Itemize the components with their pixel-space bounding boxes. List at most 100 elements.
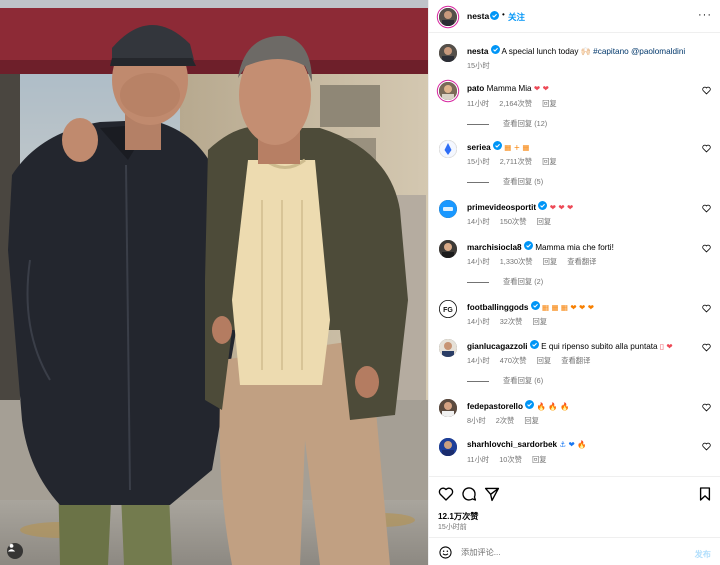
comment-emoji: ▦ ▦ ▦ ❤ ❤ ❤ <box>541 303 594 312</box>
comment-time: 11小时 <box>467 99 490 108</box>
comment-time: 14小时 <box>467 317 490 326</box>
reply-button[interactable]: 回复 <box>533 317 548 326</box>
post-header: nesta • 关注 ··· <box>429 0 720 33</box>
heart-icon[interactable] <box>702 244 711 253</box>
comment-meta: 14小时 470次赞 回复 查看翻译 <box>467 356 598 366</box>
view-replies-button[interactable]: 查看回复 (5) <box>467 177 543 187</box>
verified-icon <box>529 340 539 349</box>
comment-message: Mamma Mia <box>486 84 532 93</box>
comment-likes[interactable]: 2,164次赞 <box>499 99 532 108</box>
comment-time: 14小时 <box>467 217 490 226</box>
comment-text: pato Mamma Mia ❤ ❤ <box>467 83 692 95</box>
comment-composer: 发布 <box>429 537 720 565</box>
comment-username[interactable]: seriea <box>467 143 491 152</box>
heart-icon[interactable] <box>702 144 711 153</box>
comment-likes[interactable]: 10次赞 <box>499 455 522 464</box>
heart-icon[interactable] <box>702 304 711 313</box>
heart-icon[interactable] <box>702 86 711 95</box>
reply-button[interactable]: 回复 <box>532 455 547 464</box>
post-comment-button[interactable]: 发布 <box>695 548 711 560</box>
avatar[interactable] <box>439 438 457 456</box>
emoji-icon[interactable] <box>439 546 452 559</box>
avatar[interactable] <box>439 44 457 62</box>
comment-meta: 15小时 2,711次赞 回复 <box>467 157 565 167</box>
avatar[interactable] <box>439 240 457 258</box>
verified-icon <box>492 141 502 150</box>
comment-meta: 14小时 32次赞 回复 <box>467 317 555 327</box>
avatar[interactable] <box>439 339 457 357</box>
caption-text: nesta A special lunch today 🙌🏻 #capitano… <box>467 45 711 58</box>
comment-username[interactable]: pato <box>467 84 484 93</box>
reply-button[interactable]: 回复 <box>543 257 558 266</box>
comment-emoji: ▦ + ▦ <box>504 143 530 152</box>
comment-text: gianlucagazzoli E qui ripenso subito all… <box>467 340 692 353</box>
view-replies-button[interactable]: 查看回复 (2) <box>467 277 543 287</box>
caption-username[interactable]: nesta <box>467 47 488 56</box>
avatar[interactable] <box>439 140 457 158</box>
follow-button[interactable]: 关注 <box>508 11 525 23</box>
comment-likes[interactable]: 1,330次赞 <box>500 257 533 266</box>
avatar[interactable]: FG <box>439 300 457 318</box>
comment-likes[interactable]: 32次赞 <box>500 317 523 326</box>
header-username[interactable]: nesta <box>467 11 489 21</box>
comment-username[interactable]: primevideosportit <box>467 203 536 212</box>
reply-button[interactable]: 回复 <box>542 157 557 166</box>
reply-button[interactable]: 回复 <box>537 217 552 226</box>
comment-emoji: ❤ ❤ <box>533 84 549 93</box>
reply-button[interactable]: 回复 <box>542 99 557 108</box>
heart-icon[interactable] <box>702 403 711 412</box>
comment-emoji: ▯ ❤ <box>659 342 673 351</box>
translate-button[interactable]: 查看翻译 <box>561 356 590 365</box>
translate-button[interactable]: 查看翻译 <box>567 257 596 266</box>
post-photo[interactable] <box>0 0 428 565</box>
reply-button[interactable]: 回复 <box>524 416 539 425</box>
comment-text: footballinggods ▦ ▦ ▦ ❤ ❤ ❤ <box>467 301 692 314</box>
post-side-panel: nesta • 关注 ··· nesta A special lunch tod… <box>428 0 720 565</box>
comment-likes[interactable]: 470次赞 <box>500 356 527 365</box>
comment-icon[interactable] <box>461 486 477 502</box>
more-options-icon[interactable]: ··· <box>698 9 712 21</box>
comment-time: 15小时 <box>467 157 490 166</box>
comment-username[interactable]: marchisiocla8 <box>467 243 522 252</box>
post-like-count[interactable]: 12.1万次赞 <box>438 510 479 522</box>
share-icon[interactable] <box>484 486 500 502</box>
reply-button[interactable]: 回复 <box>537 356 552 365</box>
heart-icon[interactable] <box>702 442 711 451</box>
comment-meta: 8小时 2次赞 回复 <box>467 416 547 426</box>
comment-likes[interactable]: 150次赞 <box>500 217 527 226</box>
comment-meta: 11小时 2,164次赞 回复 <box>467 99 565 109</box>
bookmark-icon[interactable] <box>697 486 713 502</box>
view-replies-button[interactable]: 查看回复 (12) <box>467 119 547 129</box>
caption-time: 15小时 <box>467 61 490 70</box>
view-replies-button[interactable]: 查看回复 (6) <box>467 376 543 386</box>
comment-time: 14小时 <box>467 257 490 266</box>
user-tag-icon <box>7 543 16 552</box>
comment-input[interactable] <box>461 544 681 560</box>
comment-text: primevideosportit ❤ ❤ ❤ <box>467 201 692 214</box>
user-tag-button[interactable] <box>7 543 23 559</box>
verified-icon <box>523 241 533 250</box>
comment-username[interactable]: sharhlovchi_sardorbek <box>467 440 557 449</box>
comment-likes[interactable]: 2次赞 <box>496 416 515 425</box>
verified-icon <box>490 45 500 54</box>
caption-tags[interactable]: #capitano @paolomaldini <box>593 47 685 56</box>
comment-message: Mamma mia che forti! <box>535 243 614 252</box>
comment-likes[interactable]: 2,711次赞 <box>500 157 532 166</box>
heart-icon[interactable] <box>702 204 711 213</box>
verified-icon <box>490 11 499 20</box>
avatar[interactable] <box>439 8 457 26</box>
heart-icon[interactable] <box>702 343 711 352</box>
comment-text: fedepastorello 🔥 🔥 🔥 <box>467 400 692 413</box>
like-heart-icon[interactable] <box>438 486 454 502</box>
comments-list[interactable]: nesta A special lunch today 🙌🏻 #capitano… <box>429 34 720 476</box>
comment-time: 8小时 <box>467 416 486 425</box>
svg-text:FG: FG <box>443 307 453 314</box>
comment-username[interactable]: gianlucagazzoli <box>467 342 528 351</box>
comment-emoji: ⚓ ❤ 🔥 <box>559 440 587 449</box>
avatar[interactable] <box>439 82 457 100</box>
comment-username[interactable]: footballinggods <box>467 303 528 312</box>
avatar[interactable] <box>439 399 457 417</box>
avatar[interactable] <box>439 200 457 218</box>
comment-text: marchisiocla8 Mamma mia che forti! <box>467 241 692 254</box>
comment-username[interactable]: fedepastorello <box>467 402 523 411</box>
